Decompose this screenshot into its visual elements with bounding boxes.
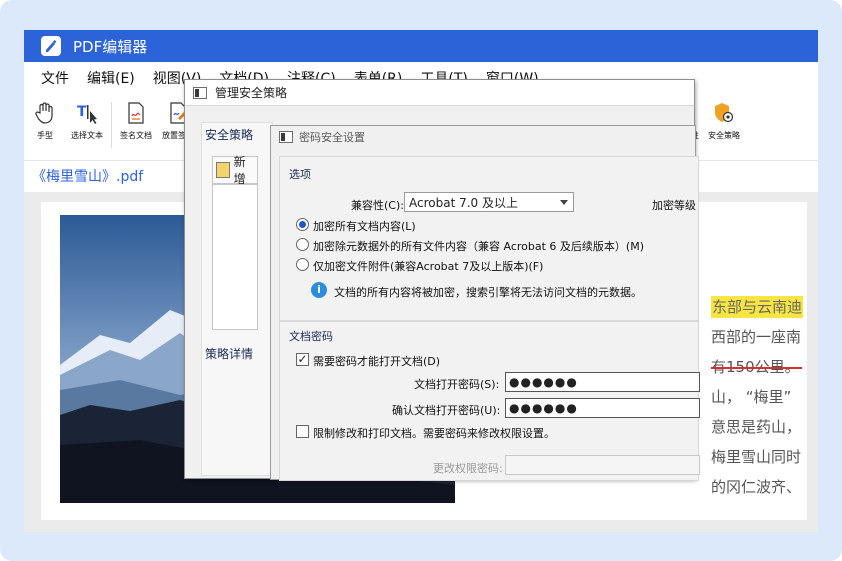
password-security-dialog: 密码安全设置 选项 兼容性(C): Acrobat 7.0 及以上 加密等级 加… — [270, 125, 700, 481]
document-password-group-title: 文档密码 — [289, 330, 333, 343]
window-icon — [279, 131, 293, 143]
tool-security-policy[interactable]: 安全策略 — [700, 96, 748, 141]
radio-encrypt-except-metadata[interactable] — [296, 238, 309, 251]
title-bar: PDF编辑器 — [24, 30, 818, 62]
radio-encrypt-all-label[interactable]: 加密所有文档内容(L) — [313, 218, 416, 234]
chevron-down-icon — [560, 200, 568, 205]
hand-icon — [34, 102, 56, 124]
encrypt-level-label: 加密等级 — [652, 199, 696, 212]
options-group: 选项 兼容性(C): Acrobat 7.0 及以上 加密等级 加密所有文档内容… — [279, 156, 699, 321]
require-password-checkbox[interactable]: ✓ — [296, 353, 309, 366]
tool-security-policy-label: 安全策略 — [708, 131, 740, 140]
policy-list[interactable] — [212, 184, 258, 330]
confirm-password-label: 确认文档打开密码(U): — [392, 404, 501, 417]
text-line: 西部的一座南 — [711, 328, 802, 346]
sign-document-icon — [125, 102, 147, 124]
document-password-group: 文档密码 ✓ 需要密码才能打开文档(D) 文档打开密码(S): ●●●●●● 确… — [279, 321, 700, 481]
toolbar-separator — [111, 102, 112, 148]
svg-text:T: T — [77, 104, 87, 120]
text-line: 意思是药山， — [711, 418, 802, 436]
security-policy-icon — [713, 102, 735, 124]
policy-list-label: 安全策略 — [205, 128, 254, 142]
text-line: 梅里雪山同时 — [711, 448, 802, 466]
require-password-label[interactable]: 需要密码才能打开文档(D) — [313, 353, 440, 369]
tool-select-text[interactable]: T 选择文本 — [66, 96, 108, 156]
password-dialog-titlebar[interactable]: 密码安全设置 — [271, 126, 695, 148]
tool-sign-document[interactable]: 签名文档 — [115, 96, 157, 156]
document-text: 东部与云南迪 西部的一座南 有150公里。 山， “梅里” 意思是药山， 梅里雪… — [711, 292, 817, 502]
new-policy-button[interactable]: 新增 — [212, 155, 258, 186]
strikethrough-text[interactable]: 有150公里。 — [711, 358, 800, 376]
change-permission-password-input — [505, 455, 700, 475]
password-dialog-title: 密码安全设置 — [299, 131, 365, 144]
info-icon: i — [311, 282, 327, 298]
tool-sign-document-label: 签名文档 — [120, 131, 152, 140]
highlighted-text[interactable]: 东部与云南迪 — [711, 296, 804, 318]
radio-encrypt-attachments-label[interactable]: 仅加密文件附件(兼容Acrobat 7及以上版本)(F) — [313, 258, 543, 274]
open-password-input[interactable]: ●●●●●● — [505, 372, 700, 392]
open-password-label: 文档打开密码(S): — [414, 378, 500, 391]
app-logo-icon — [41, 36, 61, 56]
outer-frame: PDF编辑器 文件 编辑(E) 视图(V) 文档(D) 注释(C) 表单(R) … — [0, 0, 842, 561]
change-permission-password-label: 更改权限密码: — [433, 462, 503, 475]
encryption-info-text: 文档的所有内容将被加密，搜索引擎将无法访问文档的元数据。 — [334, 286, 642, 299]
text-line: 的冈仁波齐、 — [711, 478, 802, 496]
app-title: PDF编辑器 — [73, 37, 148, 56]
window-icon — [193, 86, 207, 99]
radio-encrypt-attachments[interactable] — [296, 258, 309, 271]
compat-select[interactable]: Acrobat 7.0 及以上 — [404, 192, 574, 212]
menu-edit[interactable]: 编辑(E) — [78, 68, 144, 88]
text-line: 山， “梅里” — [711, 388, 792, 406]
text-select-icon: T — [76, 102, 98, 124]
tool-select-text-label: 选择文本 — [71, 131, 103, 140]
tool-hand[interactable]: 手型 — [24, 96, 66, 156]
tool-hand-label: 手型 — [37, 131, 53, 140]
radio-encrypt-except-metadata-label[interactable]: 加密除元数据外的所有文件内容（兼容 Acrobat 6 及后续版本）(M) — [313, 238, 644, 254]
document-tab[interactable]: 《梅里雪山》.pdf — [32, 166, 143, 186]
restrict-label[interactable]: 限制修改和打印文档。需要密码来修改权限设置。 — [313, 425, 555, 441]
radio-encrypt-all[interactable] — [296, 218, 309, 231]
restrict-checkbox[interactable] — [296, 425, 309, 438]
confirm-password-input[interactable]: ●●●●●● — [505, 398, 700, 418]
new-document-icon — [216, 162, 230, 178]
policy-details-label: 策略详情 — [205, 347, 254, 361]
options-group-title: 选项 — [289, 168, 311, 181]
compat-label: 兼容性(C): — [351, 199, 404, 212]
menu-file[interactable]: 文件 — [32, 68, 78, 88]
security-policy-dialog-title: 管理安全策略 — [215, 86, 288, 100]
security-policy-dialog-titlebar[interactable]: 管理安全策略 — [185, 80, 694, 106]
